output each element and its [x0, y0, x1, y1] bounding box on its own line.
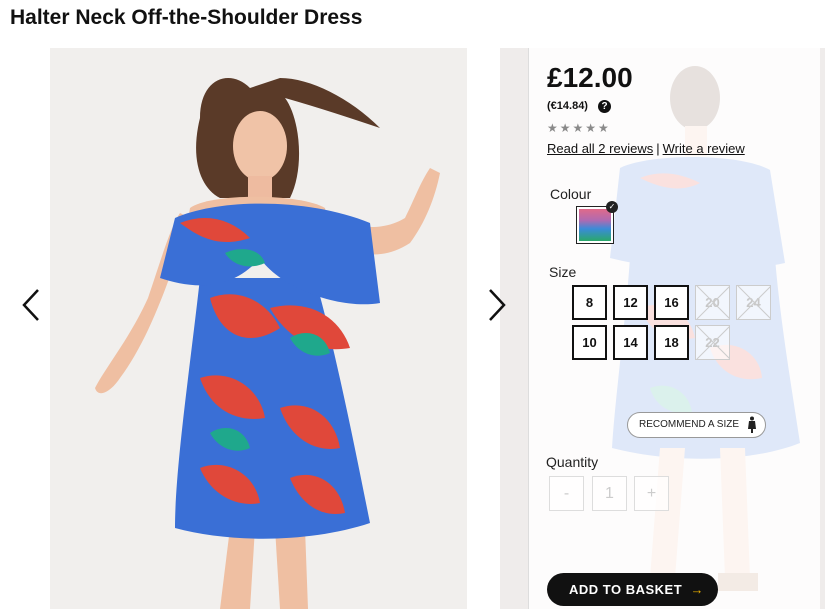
product-main-image	[50, 48, 467, 609]
product-title: Halter Neck Off-the-Shoulder Dress	[10, 6, 363, 29]
recommend-size-label: RECOMMEND A SIZE	[639, 419, 740, 430]
size-option-24-unavailable: 24	[736, 285, 771, 320]
add-to-basket-label: ADD TO BASKET	[569, 582, 683, 597]
recommend-size-button[interactable]: RECOMMEND A SIZE	[627, 412, 766, 438]
review-links: Read all 2 reviews | Write a review	[547, 141, 745, 156]
size-option-12[interactable]: 12	[613, 285, 648, 320]
prev-image-button[interactable]	[18, 278, 48, 332]
size-option-8[interactable]: 8	[572, 285, 607, 320]
arrow-right-icon: →	[690, 582, 704, 597]
size-option-14[interactable]: 14	[613, 325, 648, 360]
size-option-20-unavailable: 20	[695, 285, 730, 320]
size-label: Size	[549, 264, 577, 280]
chevron-left-icon	[22, 289, 39, 321]
price-alt-currency: (€14.84)	[547, 100, 588, 112]
size-option-18[interactable]: 18	[654, 325, 689, 360]
rating-stars: ★★★★★	[547, 121, 611, 135]
check-icon: ✓	[606, 201, 618, 213]
quantity-label: Quantity	[546, 454, 599, 470]
size-option-22-unavailable: 22	[695, 325, 730, 360]
review-separator: |	[656, 141, 660, 156]
size-option-16[interactable]: 16	[654, 285, 689, 320]
colour-swatch-image	[579, 209, 611, 241]
next-image-button[interactable]	[482, 278, 512, 332]
help-icon[interactable]: ?	[598, 100, 611, 113]
quantity-increase-button[interactable]: +	[634, 476, 669, 511]
quantity-decrease-button[interactable]: -	[549, 476, 584, 511]
chevron-right-icon	[489, 289, 506, 321]
read-reviews-link[interactable]: Read all 2 reviews	[547, 141, 653, 156]
write-review-link[interactable]: Write a review	[663, 141, 745, 156]
quantity-input[interactable]: 1	[592, 476, 627, 511]
size-option-10[interactable]: 10	[572, 325, 607, 360]
mannequin-icon	[748, 416, 756, 433]
add-to-basket-button[interactable]: ADD TO BASKET →	[547, 573, 718, 606]
colour-label: Colour	[550, 186, 592, 202]
price: £12.00	[547, 62, 633, 93]
